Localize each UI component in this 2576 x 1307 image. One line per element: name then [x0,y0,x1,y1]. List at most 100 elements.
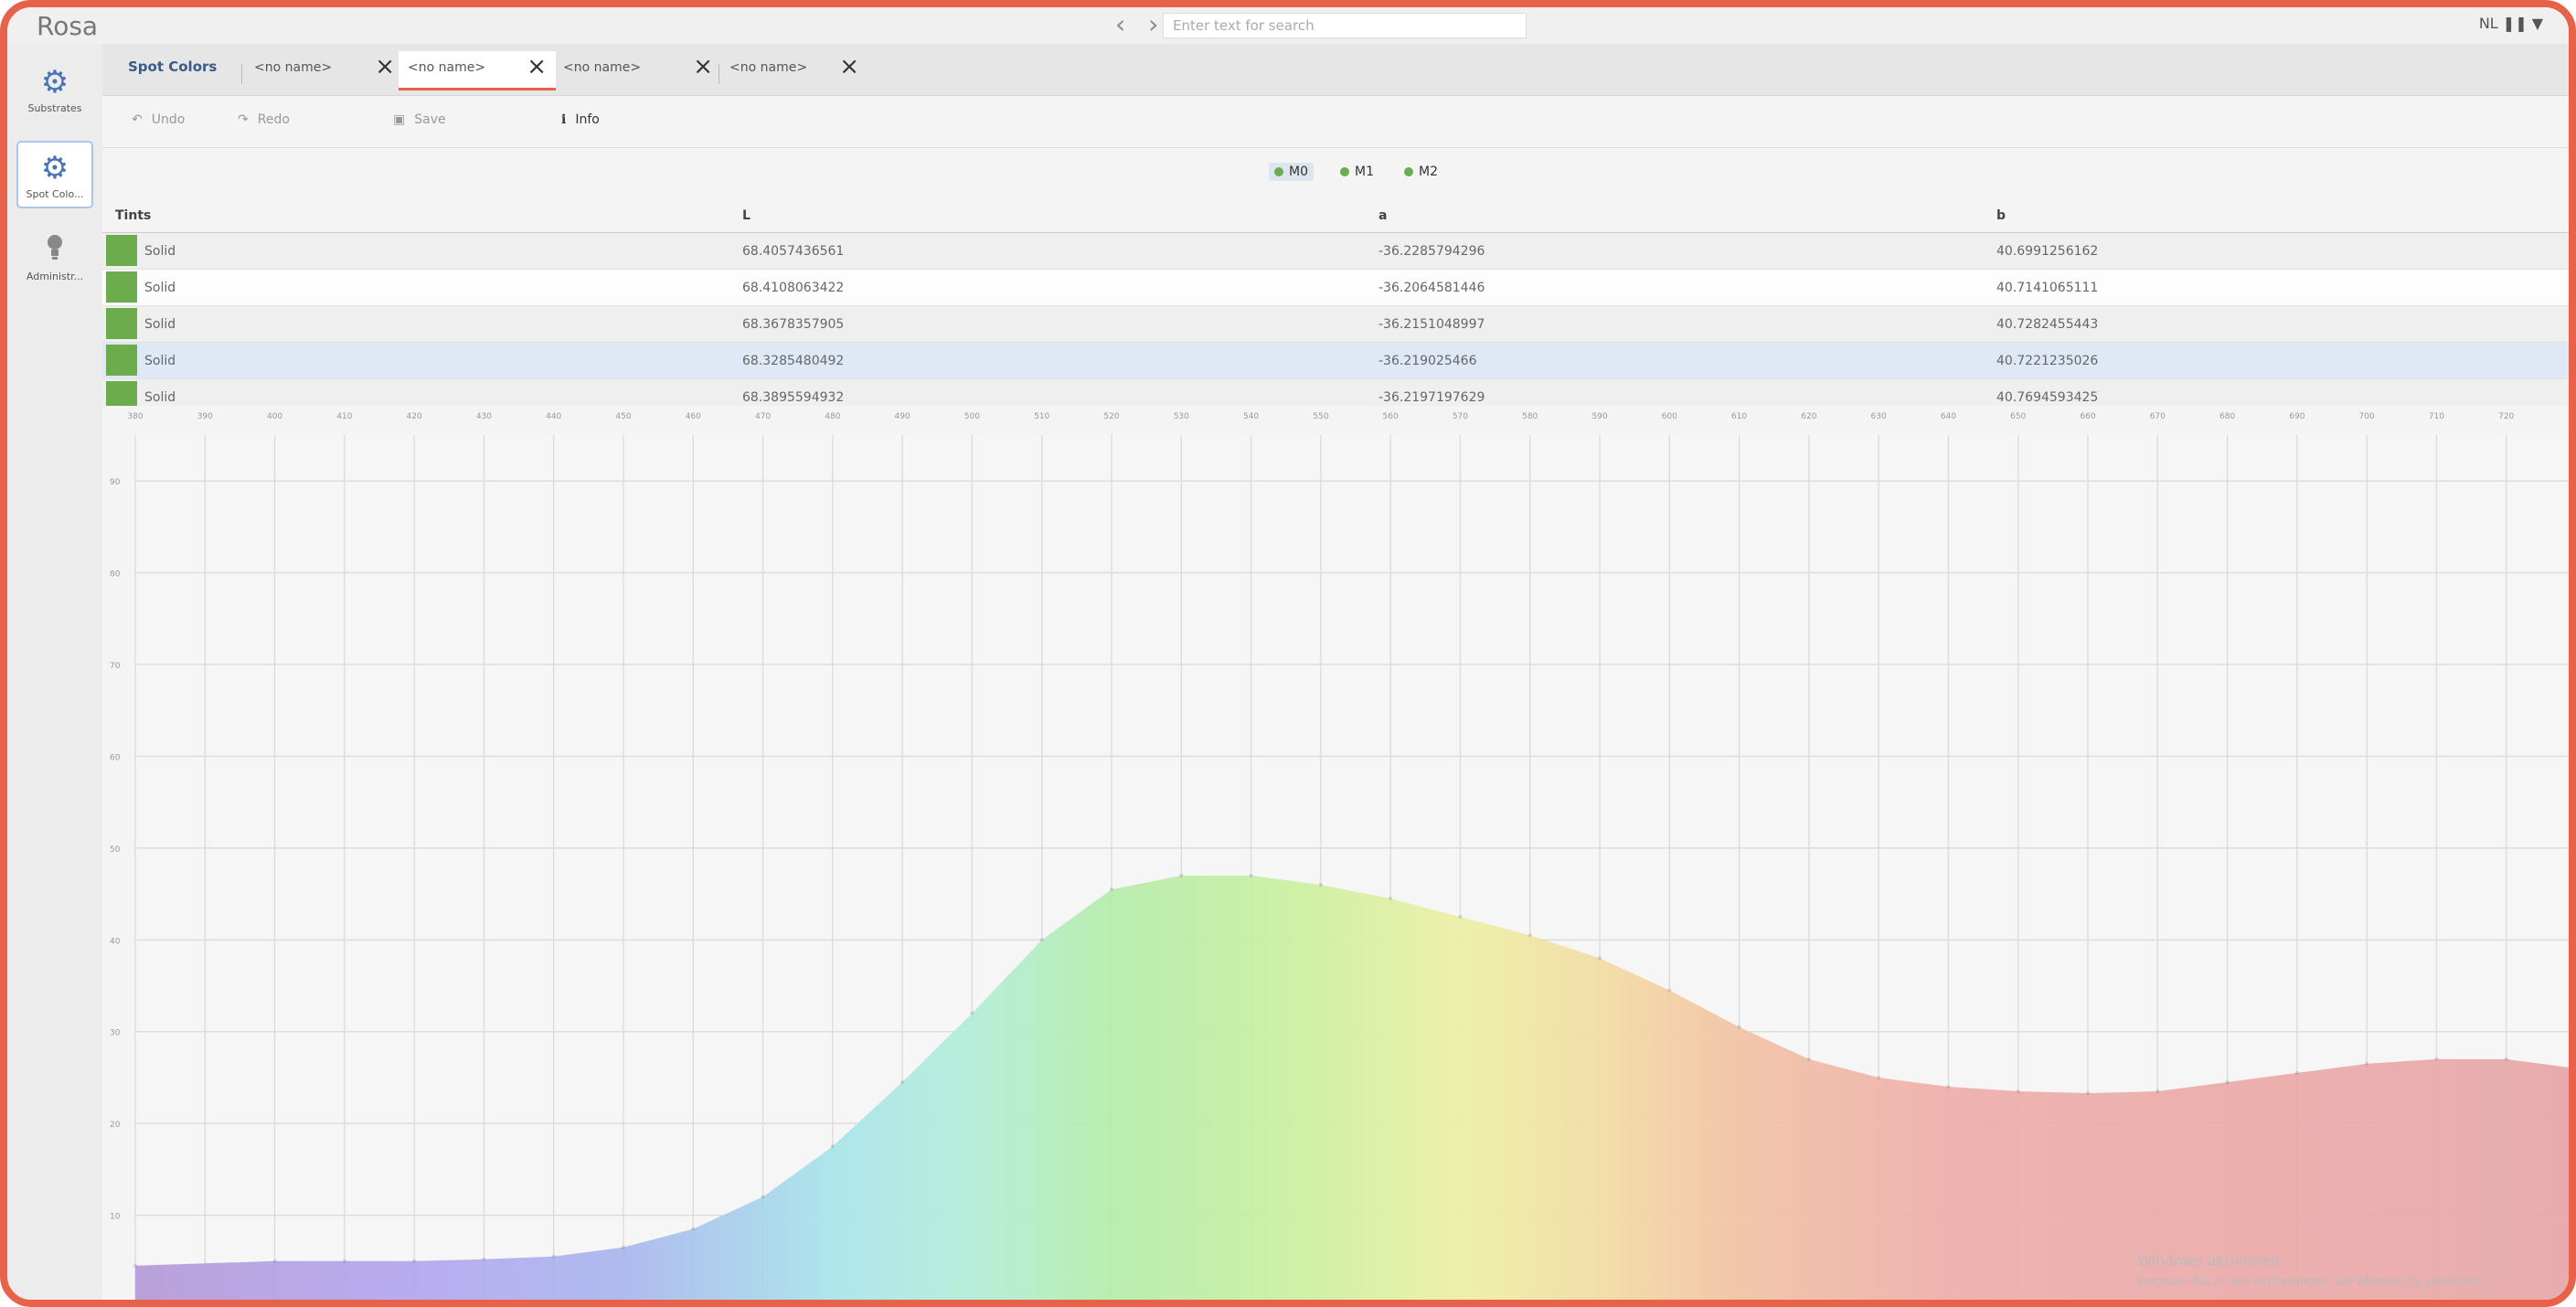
data-point [1528,933,1532,938]
tab-document-3[interactable]: <no name> × [563,53,713,86]
language-selector[interactable]: NL ❚❚ ▼ [2479,15,2543,32]
data-point [1946,1084,1951,1089]
data-point [2365,1061,2369,1066]
x-tick-label: 530 [1174,412,1189,421]
table-row[interactable]: Solid 68.3285480492 -36.219025466 40.722… [102,343,2569,379]
x-tick-label: 630 [1871,412,1887,421]
measurement-legend: M0 M1 M2 [102,148,2569,200]
x-tick-label: 440 [546,412,561,421]
table-row[interactable]: Solid 68.4108063422 -36.2064581446 40.71… [102,270,2569,306]
gear-icon: ⚙ [40,64,69,101]
column-header-l[interactable]: L [742,208,750,223]
measurement-m1-toggle[interactable]: M1 [1340,165,1374,179]
close-icon[interactable]: × [693,53,713,80]
x-tick-label: 620 [1801,412,1816,421]
color-swatch [106,345,137,376]
spectrum-chart-area: 380 390 400 410 420 430 440 450 460 470 480 490 500 5… [102,406,2576,1300]
green-dot-icon [1404,167,1413,176]
x-tick-label: 380 [127,412,143,421]
undo-button[interactable]: ↶ Undo [132,112,185,127]
sidebar-item-substrates[interactable]: ⚙ Substrates [16,57,93,124]
b-value-cell: 40.7141065111 [1996,281,2099,295]
data-point [691,1227,696,1231]
measurement-label: M2 [1419,165,1438,179]
x-tick-label: 700 [2359,412,2375,421]
data-point [482,1257,486,1261]
column-header-b[interactable]: b [1996,208,2006,223]
x-tick-label: 610 [1731,412,1747,421]
x-tick-label: 500 [964,412,980,421]
app-window: Rosa ‹ › Enter text for search NL ❚❚ ▼ ⚙… [0,0,2576,1307]
data-point [2016,1089,2020,1094]
x-tick-label: 480 [825,412,840,421]
x-tick-label: 550 [1313,412,1328,421]
data-point [1877,1075,1881,1079]
x-tick-label: 390 [197,412,213,421]
measurement-m0-toggle[interactable]: M0 [1269,163,1314,181]
sidebar-item-label: Substrates [27,102,82,114]
title-bar: Rosa ‹ › Enter text for search NL ❚❚ ▼ [7,7,2569,44]
green-dot-icon [1274,167,1283,176]
lab-values-table: Tints L a b Solid 68.4057436561 -36.2285… [102,199,2569,416]
sidebar-item-spot-colors[interactable]: ⚙ Spot Colo... [16,141,93,208]
close-icon[interactable]: × [839,53,859,80]
info-label: Info [575,112,600,127]
spectral-reflectance-chart: 380 390 400 410 420 430 440 450 460 470 480 490 500 5… [110,412,2576,1300]
x-tick-label: 690 [2289,412,2305,421]
search-input[interactable]: Enter text for search [1163,13,1527,38]
x-tick-label: 650 [2010,412,2026,421]
close-icon[interactable]: × [527,53,547,80]
tab-document-1[interactable]: <no name> × [254,53,395,86]
redo-label: Redo [257,112,290,127]
column-header-a[interactable]: a [1378,208,1387,223]
back-forward-icon[interactable]: ‹ › [1115,9,1166,39]
table-header: Tints L a b [102,199,2569,233]
measurement-m2-toggle[interactable]: M2 [1404,165,1438,179]
table-row[interactable]: Solid 68.4057436561 -36.2285794296 40.69… [102,233,2569,270]
color-swatch [106,271,137,303]
x-tick-label: 450 [615,412,631,421]
x-tick-label: 670 [2150,412,2166,421]
tint-cell: Solid [144,317,176,332]
a-value-cell: -36.2197197629 [1378,390,1485,405]
column-header-tints[interactable]: Tints [115,208,151,223]
undo-icon: ↶ [132,112,143,127]
table-row[interactable]: Solid 68.3678357905 -36.2151048997 40.72… [102,306,2569,343]
data-point [551,1254,556,1259]
a-value-cell: -36.2285794296 [1378,244,1485,259]
a-value-cell: -36.2064581446 [1378,281,1485,295]
b-value-cell: 40.7694593425 [1996,390,2099,405]
redo-button[interactable]: ↷ Redo [238,112,290,127]
close-icon[interactable]: × [375,53,395,80]
x-tick-label: 570 [1453,412,1468,421]
windows-activation-watermark: Windows aktivieren Wechseln Sie zu den Ei… [2137,1252,2484,1288]
tab-label: <no name> [254,60,333,75]
tab-document-4[interactable]: <no name> × [729,53,859,86]
tab-document-2[interactable]: <no name> × [399,51,556,90]
y-tick-label: 40 [110,937,121,946]
x-tick-label: 730 [2568,412,2576,421]
data-point [900,1079,905,1084]
save-button[interactable]: ▣ Save [393,112,446,127]
info-button[interactable]: i Info [561,112,600,127]
info-icon: i [561,112,567,127]
x-tick-label: 520 [1103,412,1119,421]
y-tick-label: 80 [110,570,121,579]
data-point [1458,915,1463,919]
data-point [2504,1057,2508,1061]
gear-icon: ⚙ [40,150,69,186]
data-point [1039,938,1044,942]
a-value-cell: -36.2151048997 [1378,317,1485,332]
data-point [1179,874,1184,878]
sidebar-item-administration[interactable]: Administr... [16,225,93,292]
x-tick-label: 720 [2498,412,2514,421]
color-swatch [106,235,137,266]
green-dot-icon [1340,167,1349,176]
y-tick-label: 60 [110,753,121,762]
save-icon: ▣ [393,112,406,127]
data-point [1389,897,1393,901]
data-point [1737,1025,1741,1029]
tab-label: <no name> [563,60,642,75]
l-value-cell: 68.3678357905 [742,317,845,332]
tint-cell: Solid [144,390,176,405]
